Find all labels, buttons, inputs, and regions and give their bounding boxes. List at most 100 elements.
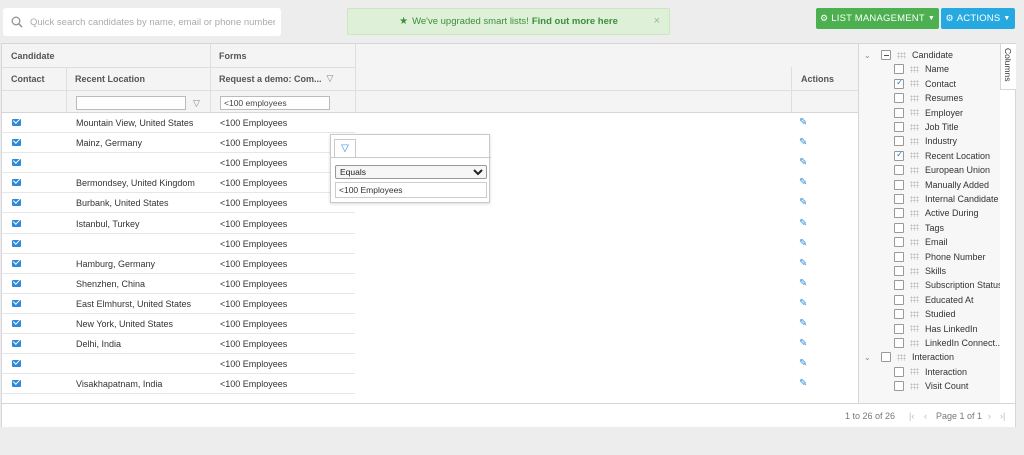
pencil-icon[interactable]: ✎ bbox=[799, 298, 807, 309]
chevron-down-icon[interactable]: ⌄ bbox=[864, 51, 874, 60]
envelope-icon[interactable] bbox=[12, 239, 21, 247]
actions-button[interactable]: ⚙ ACTIONS ▼ bbox=[941, 8, 1015, 29]
column-checkbox[interactable] bbox=[894, 381, 904, 392]
drag-handle-icon[interactable] bbox=[910, 65, 919, 73]
column-group[interactable]: ⌄ Candidate bbox=[864, 48, 953, 62]
column-item[interactable]: Job Title bbox=[894, 120, 959, 134]
header-contact[interactable]: Contact bbox=[2, 67, 66, 90]
column-checkbox[interactable] bbox=[894, 149, 904, 161]
drag-handle-icon[interactable] bbox=[910, 224, 919, 232]
column-item[interactable]: Resumes bbox=[894, 91, 963, 105]
column-item[interactable]: Subscription Status bbox=[894, 278, 1000, 292]
column-checkbox[interactable] bbox=[894, 179, 904, 190]
column-item[interactable]: Has LinkedIn bbox=[894, 322, 978, 336]
column-checkbox[interactable] bbox=[894, 93, 904, 104]
prev-page-icon[interactable]: ‹ bbox=[924, 411, 927, 421]
table-row[interactable]: New York, United States <100 Employees ✎ bbox=[2, 314, 858, 334]
column-checkbox[interactable] bbox=[894, 222, 904, 233]
column-checkbox[interactable] bbox=[894, 323, 904, 334]
column-item[interactable]: Contact bbox=[894, 77, 956, 91]
column-item[interactable]: European Union bbox=[894, 163, 990, 177]
drag-handle-icon[interactable] bbox=[910, 325, 919, 333]
table-row[interactable]: East Elmhurst, United States <100 Employe… bbox=[2, 294, 858, 314]
column-checkbox[interactable] bbox=[894, 338, 904, 348]
column-checkbox[interactable] bbox=[894, 294, 904, 305]
filter-operator-select[interactable]: Equals bbox=[335, 165, 487, 179]
column-item[interactable]: Skills bbox=[894, 264, 946, 278]
drag-handle-icon[interactable] bbox=[910, 152, 919, 160]
columns-tab[interactable]: Columns bbox=[1000, 44, 1016, 90]
drag-handle-icon[interactable] bbox=[910, 80, 919, 88]
envelope-icon[interactable] bbox=[12, 219, 21, 227]
pencil-icon[interactable]: ✎ bbox=[799, 378, 807, 389]
column-checkbox[interactable] bbox=[894, 251, 904, 262]
column-item[interactable]: Recent Location bbox=[894, 149, 990, 163]
last-page-icon[interactable]: ›| bbox=[1000, 411, 1005, 421]
column-item[interactable]: Employer bbox=[894, 106, 963, 120]
drag-handle-icon[interactable] bbox=[910, 238, 919, 246]
search-input[interactable] bbox=[30, 16, 275, 28]
column-checkbox[interactable] bbox=[894, 107, 904, 118]
drag-handle-icon[interactable] bbox=[910, 310, 919, 318]
table-row[interactable]: Mountain View, United States <100 Employe… bbox=[2, 113, 858, 133]
column-item[interactable]: Visit Count bbox=[894, 379, 968, 393]
pencil-icon[interactable]: ✎ bbox=[799, 117, 807, 128]
column-checkbox[interactable] bbox=[894, 64, 904, 75]
table-row[interactable]: Hamburg, Germany <100 Employees ✎ bbox=[2, 254, 858, 274]
column-item[interactable]: Educated At bbox=[894, 293, 974, 307]
table-row[interactable]: Visakhapatnam, India <100 Employees ✎ bbox=[2, 374, 858, 395]
close-icon[interactable]: × bbox=[654, 15, 660, 27]
drag-handle-icon[interactable] bbox=[910, 166, 919, 174]
filter-value-input[interactable] bbox=[335, 182, 487, 198]
group-checkbox[interactable] bbox=[881, 50, 891, 60]
column-checkbox[interactable] bbox=[894, 77, 904, 89]
quick-search[interactable] bbox=[3, 8, 281, 36]
filter-icon[interactable]: ▽ bbox=[193, 98, 200, 109]
drag-handle-icon[interactable] bbox=[910, 281, 919, 289]
column-checkbox[interactable] bbox=[894, 309, 904, 320]
column-item[interactable]: Phone Number bbox=[894, 250, 986, 264]
form-filter-input[interactable] bbox=[220, 96, 330, 110]
header-recent-location[interactable]: Recent Location bbox=[66, 67, 210, 90]
drag-handle-icon[interactable] bbox=[897, 353, 906, 361]
table-row[interactable]: Shenzhen, China <100 Employees ✎ bbox=[2, 274, 858, 294]
column-item[interactable]: Internal Candidate bbox=[894, 192, 999, 206]
filter-icon[interactable]: ▽ bbox=[327, 73, 334, 84]
column-item[interactable]: Active During bbox=[894, 206, 979, 220]
column-item[interactable]: Email bbox=[894, 235, 948, 249]
column-checkbox[interactable] bbox=[894, 266, 904, 276]
banner-link[interactable]: Find out more here bbox=[532, 16, 618, 27]
table-row[interactable]: Delhi, India <100 Employees ✎ bbox=[2, 334, 858, 355]
pencil-icon[interactable]: ✎ bbox=[799, 197, 807, 208]
envelope-icon[interactable] bbox=[12, 320, 21, 327]
column-checkbox[interactable] bbox=[894, 208, 904, 219]
drag-handle-icon[interactable] bbox=[910, 137, 919, 145]
pencil-icon[interactable]: ✎ bbox=[799, 238, 807, 249]
column-checkbox[interactable] bbox=[894, 280, 904, 291]
column-item[interactable]: Studied bbox=[894, 307, 956, 321]
envelope-icon[interactable] bbox=[12, 199, 21, 207]
column-checkbox[interactable] bbox=[894, 237, 904, 248]
column-item[interactable]: Industry bbox=[894, 134, 957, 148]
column-checkbox[interactable] bbox=[894, 122, 904, 132]
pencil-icon[interactable]: ✎ bbox=[799, 177, 807, 188]
envelope-icon[interactable] bbox=[12, 380, 21, 388]
column-item[interactable]: Manually Added bbox=[894, 178, 989, 192]
envelope-icon[interactable] bbox=[12, 259, 21, 267]
next-page-icon[interactable]: › bbox=[988, 411, 991, 421]
envelope-icon[interactable] bbox=[12, 279, 21, 287]
drag-handle-icon[interactable] bbox=[910, 368, 919, 376]
chevron-down-icon[interactable]: ⌄ bbox=[864, 353, 874, 362]
envelope-icon[interactable] bbox=[12, 159, 21, 167]
drag-handle-icon[interactable] bbox=[910, 123, 919, 131]
column-item[interactable]: Interaction bbox=[894, 365, 967, 379]
column-item[interactable]: Tags bbox=[894, 221, 944, 235]
first-page-icon[interactable]: |‹ bbox=[909, 411, 914, 421]
drag-handle-icon[interactable] bbox=[910, 253, 919, 261]
envelope-icon[interactable] bbox=[12, 139, 21, 147]
pencil-icon[interactable]: ✎ bbox=[799, 318, 807, 329]
drag-handle-icon[interactable] bbox=[910, 209, 919, 217]
envelope-icon[interactable] bbox=[12, 179, 21, 187]
envelope-icon[interactable] bbox=[12, 360, 21, 368]
location-filter-input[interactable] bbox=[76, 96, 186, 110]
